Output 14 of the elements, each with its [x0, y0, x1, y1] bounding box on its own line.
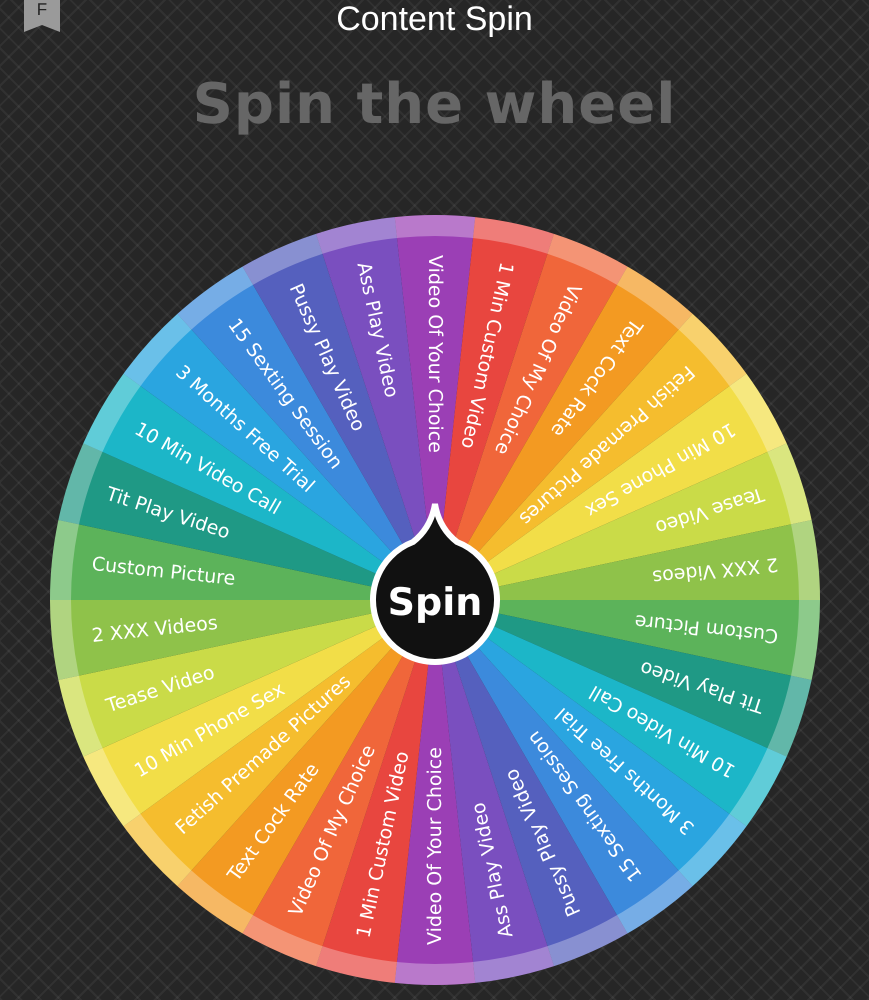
heading: Spin the wheel	[192, 71, 676, 139]
segment-label: 2 XXX Videos	[90, 612, 218, 647]
bookmark-icon[interactable]: F	[24, 0, 60, 32]
page-title: Content Spin	[336, 0, 533, 38]
segment-label: Ass Play Video	[352, 260, 402, 400]
segment-label: Custom Picture	[633, 610, 779, 647]
spin-button[interactable]: Spin	[370, 501, 500, 665]
segment-label: Tease Video	[102, 661, 217, 718]
segment-label: 2 XXX Videos	[650, 553, 779, 588]
segment-label: Custom Picture	[90, 553, 236, 590]
segment-label: Ass Play Video	[466, 800, 517, 940]
segment-label: Tease Video	[652, 482, 766, 539]
segment-label: Video Of Your Choice	[424, 255, 446, 453]
segment-label: Video Of Your Choice	[424, 747, 446, 945]
